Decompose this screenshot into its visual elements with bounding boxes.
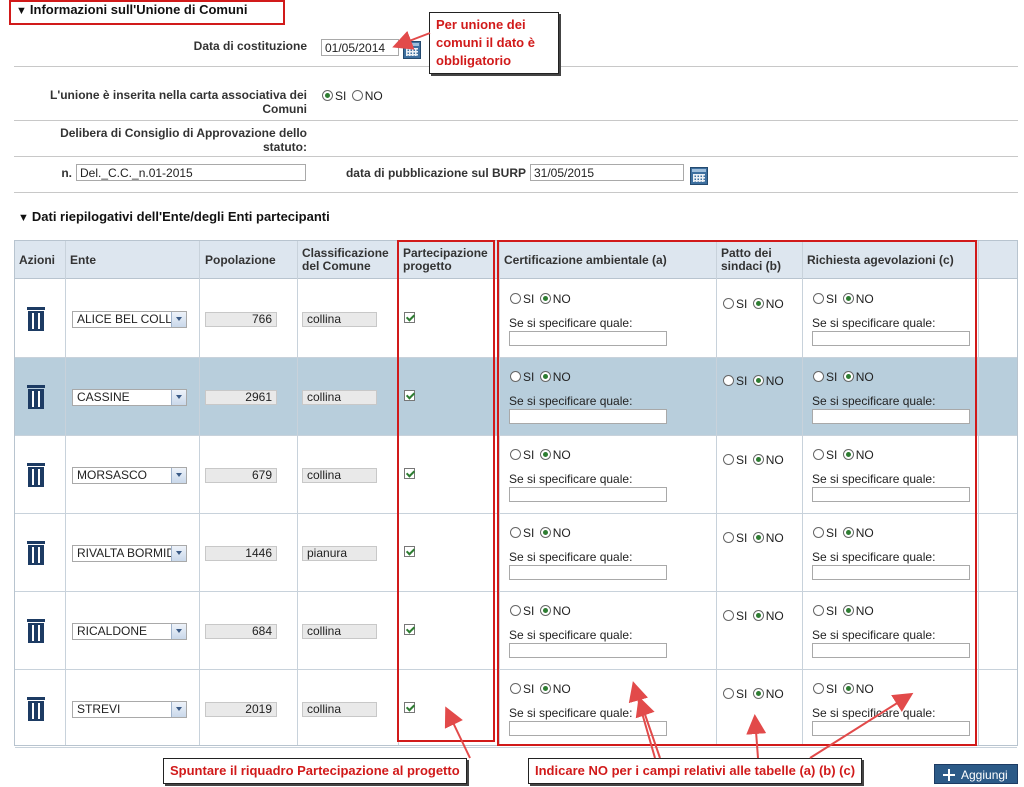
trash-icon[interactable]	[27, 541, 45, 565]
delibera-label: Delibera di Consiglio di Approvazione de…	[60, 126, 307, 154]
section-title-enti[interactable]: ▼ Dati riepilogativi dell'Ente/degli Enti…	[18, 209, 330, 224]
annotation-box-abc	[497, 240, 977, 746]
chevron-down-icon[interactable]	[171, 702, 186, 717]
ente-select[interactable]: CASSINE	[72, 389, 187, 406]
data-costituzione-input[interactable]	[321, 39, 399, 56]
classificazione-field: pianura	[302, 546, 377, 561]
classificazione-field: collina	[302, 624, 377, 639]
trash-icon[interactable]	[27, 619, 45, 643]
data-costituzione-label: Data di costituzione	[193, 39, 307, 53]
annotation-box-partecipazione	[397, 240, 495, 742]
trash-icon[interactable]	[27, 385, 45, 409]
popolazione-field: 766	[205, 312, 277, 327]
popolazione-field: 2019	[205, 702, 277, 717]
ente-select[interactable]: RICALDONE	[72, 623, 187, 640]
calendar-icon[interactable]	[403, 41, 421, 59]
popolazione-field: 1446	[205, 546, 277, 561]
ente-select[interactable]: RIVALTA BORMIDA	[72, 545, 187, 562]
annotation-box-title	[9, 0, 285, 25]
classificazione-field: collina	[302, 390, 377, 405]
chevron-down-icon[interactable]	[171, 546, 186, 561]
calendar-icon[interactable]	[690, 167, 708, 185]
callout-obbligatorio: Per unione dei comuni il dato è obbligat…	[429, 12, 559, 74]
classificazione-field: collina	[302, 702, 377, 717]
chevron-down-icon[interactable]	[171, 390, 186, 405]
ente-select[interactable]: MORSASCO	[72, 467, 187, 484]
chevron-down-icon[interactable]	[171, 312, 186, 327]
chevron-down-icon[interactable]	[171, 468, 186, 483]
callout-no: Indicare NO per i campi relativi alle ta…	[528, 758, 863, 784]
n-label: n.	[61, 166, 72, 180]
delibera-number-input[interactable]	[76, 164, 306, 181]
ente-select[interactable]: STREVI	[72, 701, 187, 718]
burp-label: data di pubblicazione sul BURP	[345, 166, 526, 180]
add-button[interactable]: Aggiungi	[934, 764, 1018, 784]
collapse-triangle-icon: ▼	[18, 212, 29, 224]
unione-carta-label: L'unione è inserita nella carta associat…	[50, 88, 307, 116]
burp-date-input[interactable]	[530, 164, 684, 181]
classificazione-field: collina	[302, 312, 377, 327]
unione-radio-group: SI NO	[322, 89, 385, 103]
popolazione-field: 2961	[205, 390, 277, 405]
trash-icon[interactable]	[27, 307, 45, 331]
plus-icon	[943, 769, 955, 781]
header-classificazione: Classificazione del Comune	[302, 246, 389, 273]
header-ente: Ente	[70, 252, 97, 267]
callout-partecipazione: Spuntare il riquadro Partecipazione al p…	[163, 758, 467, 784]
trash-icon[interactable]	[27, 697, 45, 721]
unione-no-radio[interactable]	[351, 90, 363, 101]
popolazione-field: 684	[205, 624, 277, 639]
ente-select[interactable]: ALICE BEL COLLI	[72, 311, 187, 328]
trash-icon[interactable]	[27, 463, 45, 487]
unione-si-radio[interactable]	[322, 90, 333, 101]
chevron-down-icon[interactable]	[171, 624, 186, 639]
header-azioni: Azioni	[19, 252, 55, 267]
classificazione-field: collina	[302, 468, 377, 483]
popolazione-field: 679	[205, 468, 277, 483]
header-popolazione: Popolazione	[205, 252, 276, 267]
